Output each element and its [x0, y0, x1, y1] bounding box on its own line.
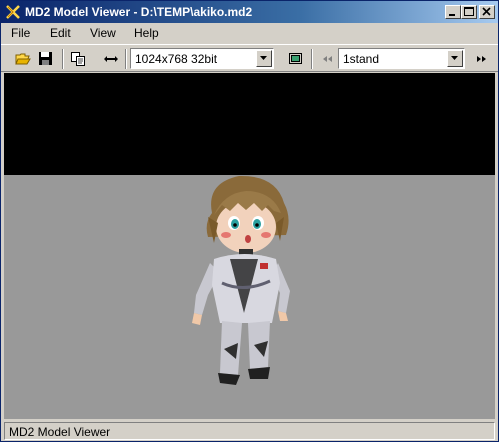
display-button[interactable] — [285, 48, 307, 70]
horizontal-arrows-icon — [104, 56, 118, 62]
minimize-button[interactable] — [445, 5, 461, 19]
resolution-value: 1024x768 32bit — [135, 52, 218, 66]
chevron-down-icon — [451, 56, 458, 60]
folder-open-icon — [15, 53, 31, 65]
3d-viewport[interactable] — [4, 73, 495, 419]
menu-edit[interactable]: Edit — [50, 26, 71, 40]
status-text: MD2 Model Viewer — [9, 425, 111, 439]
resolution-dropdown-button[interactable] — [256, 50, 272, 67]
toolbar: 1024x768 32bit 1stand — [1, 44, 498, 72]
previous-frame-button[interactable] — [317, 48, 339, 70]
menu-bar: File Edit View Help — [1, 23, 498, 43]
close-icon — [482, 7, 491, 16]
viewport-background-top — [4, 73, 495, 175]
save-button[interactable] — [35, 48, 57, 70]
resize-button[interactable] — [100, 48, 122, 70]
status-bar: MD2 Model Viewer — [1, 421, 498, 441]
animation-dropdown-button[interactable] — [447, 50, 463, 67]
status-panel: MD2 Model Viewer — [4, 422, 495, 440]
menu-view[interactable]: View — [90, 26, 116, 40]
animation-value: 1stand — [343, 52, 380, 66]
floppy-icon — [39, 52, 52, 65]
close-button[interactable] — [479, 5, 495, 19]
monitor-icon — [289, 53, 302, 64]
menu-file[interactable]: File — [11, 26, 30, 40]
menu-help[interactable]: Help — [134, 26, 159, 40]
minimize-icon — [449, 14, 455, 16]
toolbar-separator — [125, 49, 127, 69]
chevron-down-icon — [260, 56, 267, 60]
maximize-icon — [464, 7, 474, 16]
copy-icon — [71, 52, 85, 66]
toolbar-separator — [311, 49, 313, 69]
title-bar[interactable]: MD2 Model Viewer - D:\TEMP\akiko.md2 — [1, 1, 498, 23]
copy-button[interactable] — [67, 48, 89, 70]
open-button[interactable] — [12, 48, 34, 70]
app-window: MD2 Model Viewer - D:\TEMP\akiko.md2 Fil… — [0, 0, 499, 442]
resolution-select[interactable]: 1024x768 32bit — [130, 48, 274, 69]
toolbar-separator — [62, 49, 64, 69]
window-title: MD2 Model Viewer - D:\TEMP\akiko.md2 — [25, 5, 253, 19]
rewind-icon — [323, 56, 332, 62]
character-model — [192, 175, 290, 385]
maximize-button[interactable] — [461, 5, 477, 19]
app-icon — [6, 5, 20, 19]
next-frame-button[interactable] — [470, 48, 492, 70]
animation-select[interactable]: 1stand — [338, 48, 465, 69]
fast-forward-icon — [477, 56, 486, 62]
